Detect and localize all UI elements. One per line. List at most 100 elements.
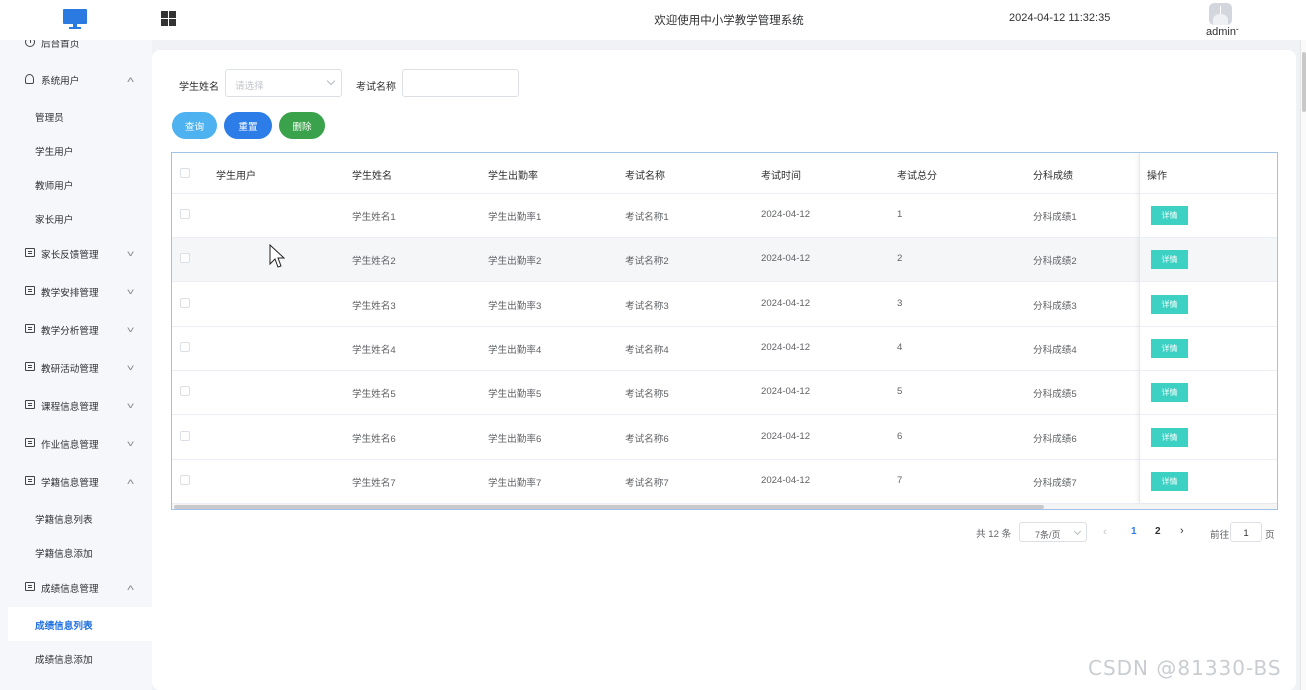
card-icon — [25, 582, 35, 591]
table-cell: 分科成绩4 — [1033, 344, 1077, 356]
table-cell: 分科成绩2 — [1033, 256, 1077, 268]
chevron-down-icon: ˇ — [1235, 28, 1239, 37]
card-icon — [25, 438, 35, 447]
table-cell: 分科成绩6 — [1033, 433, 1077, 445]
column-header: 考试时间 — [761, 171, 801, 182]
operation-column — [1139, 153, 1277, 503]
table-cell: 5 — [897, 386, 903, 398]
table-cell: 2 — [897, 253, 903, 265]
column-header: 分科成绩 — [1033, 171, 1073, 182]
table-cell: 考试名称4 — [625, 344, 669, 356]
table-cell: 考试名称3 — [625, 300, 669, 312]
sidebar-group-4[interactable]: 教研活动管理 ˅ — [0, 349, 152, 387]
page-1[interactable]: 1 — [1131, 526, 1137, 548]
row-checkbox[interactable] — [180, 430, 190, 441]
sidebar-group-1[interactable]: 家长反馈管理 ˅ — [0, 235, 152, 273]
avatar[interactable] — [1209, 3, 1232, 25]
table-cell: 学生出勤率2 — [488, 256, 542, 268]
sidebar-group-5[interactable]: 课程信息管理 ˅ — [0, 387, 152, 425]
sidebar-group-8[interactable]: 成绩信息管理 ˄ — [0, 569, 152, 607]
table-cell: 4 — [897, 341, 903, 353]
sidebar-group-0[interactable]: 系统用户 ˄ — [0, 61, 152, 99]
student-name-select[interactable]: 请选择 — [225, 69, 342, 97]
sidebar-subitem-label: 家长用户 — [35, 215, 74, 226]
user-menu[interactable]: adminˇ — [1206, 26, 1239, 38]
sidebar-subitem-label: 学籍信息列表 — [35, 515, 93, 526]
sidebar-subitem[interactable]: 学生用户 — [0, 133, 152, 167]
table-cell: 学生姓名3 — [352, 300, 396, 312]
sidebar-subitem-label: 学籍信息添加 — [35, 549, 93, 560]
username: admin — [1206, 26, 1236, 38]
table-cell: 考试名称5 — [625, 389, 669, 401]
sidebar-subitem[interactable]: 家长用户 — [0, 201, 152, 235]
card-icon — [25, 362, 35, 371]
table-cell: 分科成绩7 — [1033, 477, 1077, 489]
top-bar: 欢迎使用中小学教学管理系统 2024-04-12 11:32:35 adminˇ — [0, 0, 1306, 40]
sidebar-group-label: 教学分析管理 — [41, 326, 99, 337]
query-button[interactable]: 查询 — [172, 112, 217, 139]
sidebar-group-6[interactable]: 作业信息管理 ˅ — [0, 425, 152, 463]
table-cell: 2024-04-12 — [761, 253, 811, 265]
chevron-down-icon: ˅ — [126, 249, 135, 259]
column-header: 学生出勤率 — [488, 171, 538, 182]
page-suffix: 页 — [1265, 530, 1275, 541]
table-cell: 3 — [897, 297, 903, 309]
goto-page-input[interactable]: 1 — [1230, 522, 1262, 542]
table-cell: 学生姓名5 — [352, 389, 396, 401]
page-2[interactable]: 2 — [1155, 526, 1161, 548]
horizontal-scrollbar[interactable] — [172, 504, 1277, 509]
sidebar-group-3[interactable]: 教学分析管理 ˅ — [0, 311, 152, 349]
chevron-up-icon: ˄ — [126, 75, 135, 85]
table-cell: 2024-04-12 — [761, 209, 811, 220]
chevron-down-icon: ˅ — [126, 325, 135, 335]
row-checkbox[interactable] — [180, 297, 190, 308]
table-cell: 学生出勤率7 — [488, 477, 542, 489]
sidebar-subitem-label: 教师用户 — [35, 181, 74, 192]
sidebar-subitem[interactable]: 教师用户 — [0, 167, 152, 201]
row-checkbox[interactable] — [180, 209, 190, 219]
sidebar-subitem[interactable]: 管理员 — [0, 99, 152, 133]
sidebar-group-7[interactable]: 学籍信息管理 ˄ — [0, 463, 152, 501]
delete-button[interactable]: 删除 — [279, 112, 325, 139]
select-all-checkbox[interactable] — [180, 168, 190, 178]
chevron-down-icon — [1073, 527, 1082, 536]
sidebar-group-label: 家长反馈管理 — [41, 250, 99, 261]
row-checkbox[interactable] — [180, 386, 190, 397]
next-page-icon[interactable]: › — [1180, 525, 1184, 547]
table-cell: 分科成绩3 — [1033, 300, 1077, 312]
column-header: 考试名称 — [625, 171, 665, 182]
exam-name-input[interactable] — [402, 69, 519, 97]
table-cell: 分科成绩1 — [1033, 212, 1077, 223]
sidebar-subitem[interactable]: 成绩信息列表 — [8, 607, 152, 641]
page-size-select[interactable]: 7条/页 — [1019, 522, 1087, 542]
table-row: 学生姓名4 学生出勤率4 考试名称4 2024-04-12 4 分科成绩4 详情 — [172, 327, 1277, 371]
vertical-scrollbar[interactable] — [1300, 40, 1306, 690]
sidebar-group-label: 教学安排管理 — [41, 288, 99, 299]
chevron-up-icon: ˄ — [126, 583, 135, 593]
sidebar-subitem[interactable]: 学籍信息添加 — [0, 535, 152, 569]
sidebar-subitem-label: 成绩信息添加 — [35, 655, 93, 666]
table-row: 学生姓名2 学生出勤率2 考试名称2 2024-04-12 2 分科成绩2 详情 — [172, 238, 1277, 283]
row-checkbox[interactable] — [180, 253, 190, 264]
chevron-down-icon: ˅ — [126, 439, 135, 449]
row-checkbox[interactable] — [180, 474, 190, 485]
row-checkbox[interactable] — [180, 341, 190, 352]
current-datetime: 2024-04-12 11:32:35 — [1009, 12, 1111, 24]
sidebar-subitem[interactable]: 成绩信息添加 — [0, 641, 152, 675]
prev-page-icon[interactable]: ‹ — [1103, 526, 1107, 548]
reset-button[interactable]: 重置 — [224, 112, 272, 139]
table-cell: 学生出勤率1 — [488, 212, 542, 223]
sidebar-subitem[interactable]: 学籍信息列表 — [0, 501, 152, 535]
table-cell: 2024-04-12 — [761, 474, 811, 486]
chevron-down-icon — [326, 76, 336, 86]
column-header: 学生用户 — [216, 171, 256, 182]
table-cell: 2024-04-12 — [761, 386, 811, 398]
card-icon — [25, 248, 35, 257]
sidebar-group-label: 课程信息管理 — [41, 402, 99, 413]
card-icon — [25, 400, 35, 409]
sidebar-item-home[interactable]: 后台首页 — [0, 40, 152, 62]
table-row: 学生姓名5 学生出勤率5 考试名称5 2024-04-12 5 分科成绩5 详情 — [172, 371, 1277, 416]
sidebar-group-2[interactable]: 教学安排管理 ˅ — [0, 273, 152, 311]
mouse-cursor-icon — [269, 244, 286, 268]
grades-table: 学生用户 学生姓名 学生出勤率 考试名称 考试时间 考试总分 分科成绩 操作 学生姓名1 学生出… — [171, 152, 1278, 510]
